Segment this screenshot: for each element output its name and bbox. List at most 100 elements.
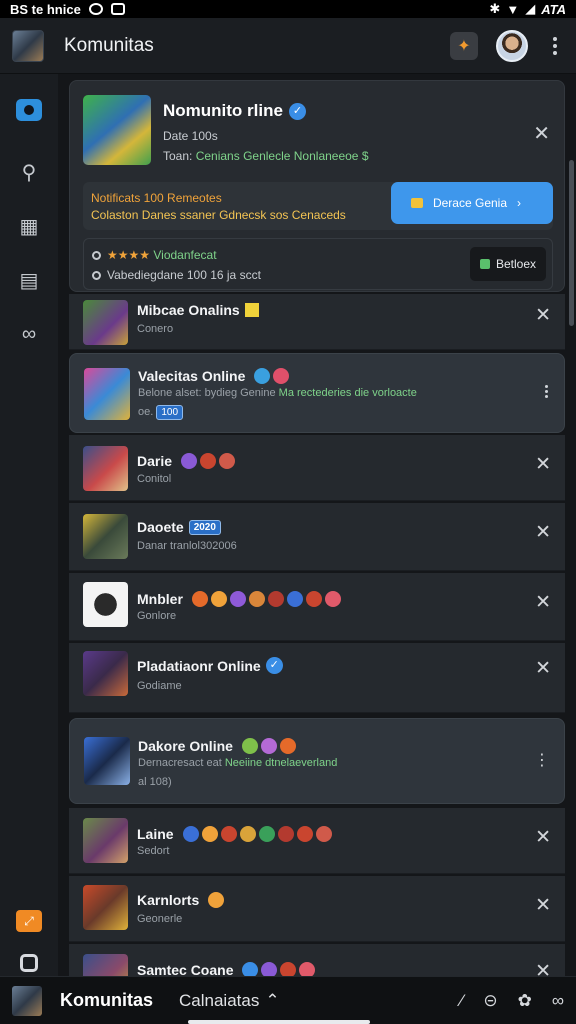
- action-button[interactable]: Betloex: [470, 247, 546, 281]
- close-icon[interactable]: ✕: [535, 591, 551, 614]
- item-title: Daoete 2020: [137, 519, 221, 535]
- featured-game-art: [83, 95, 151, 165]
- camera-icon[interactable]: ⊝: [483, 991, 497, 1011]
- close-icon[interactable]: ✕: [535, 894, 551, 917]
- verified-icon: ✓: [265, 657, 283, 674]
- emoji-reactions: [254, 368, 290, 384]
- list-item[interactable]: Daoete 2020 Danar tranlol302006 ✕: [69, 503, 565, 571]
- scrollbar[interactable]: [569, 160, 574, 326]
- game-thumbnail: [84, 737, 130, 785]
- status-left-text: BS te hnice: [10, 1, 81, 17]
- notification-banner: Notificats 100 Remeotes Colaston Danes s…: [83, 182, 553, 230]
- list-item[interactable]: Samtec Coane ✕: [69, 944, 565, 976]
- rating-line: ★★★★ Viodanfecat: [92, 248, 217, 262]
- verified-icon: ✓: [288, 102, 306, 120]
- link-icon[interactable]: ∞: [552, 991, 564, 1011]
- nav-search-icon[interactable]: ⚲: [9, 152, 49, 192]
- item-title: Mnbler: [137, 591, 341, 607]
- emoji-icon: [273, 368, 290, 384]
- close-icon[interactable]: ✕: [535, 453, 551, 476]
- list-item[interactable]: Darie Conitol ✕: [69, 435, 565, 501]
- item-subtitle: Danar tranlol302006: [137, 540, 237, 552]
- edit-icon: [479, 259, 490, 269]
- signal-icon: ◢: [525, 1, 536, 16]
- community-avatar[interactable]: [12, 985, 42, 1016]
- badge-icon: [244, 303, 259, 317]
- bluetooth-icon: ✱: [489, 1, 501, 16]
- notification-icon: [88, 3, 103, 15]
- bottom-bar: Komunitas Calnaiatas ⌃ ⁄ ⊝ ✿ ∞: [0, 976, 576, 1024]
- close-icon[interactable]: ✕: [535, 521, 551, 544]
- community-list: Nomunito rline ✓ Date 100s Toan: Cenians…: [58, 74, 576, 976]
- item-meta: oe. 100: [138, 405, 184, 420]
- status-right-text: ATA: [541, 1, 566, 17]
- game-thumbnail: [83, 582, 128, 627]
- gift-icon: [410, 198, 423, 208]
- nav-document-icon[interactable]: ▤: [9, 260, 49, 300]
- close-icon[interactable]: ✕: [535, 657, 551, 680]
- more-options-icon[interactable]: [546, 34, 564, 58]
- list-item[interactable]: Laine Sedort ✕: [69, 808, 565, 874]
- close-icon[interactable]: ✕: [535, 826, 551, 849]
- game-thumbnail: [83, 446, 128, 491]
- chevron-up-icon: ⌃: [265, 990, 280, 1010]
- item-title: Samtec Coane: [137, 962, 316, 976]
- info-icon: [92, 271, 101, 281]
- more-options-icon[interactable]: [545, 385, 548, 398]
- item-title: Dakore Online: [138, 738, 296, 754]
- location-icon: [92, 251, 101, 261]
- page-title: Komunitas: [64, 34, 154, 56]
- notice-title: Notificats 100 Remeotes: [91, 191, 222, 205]
- item-subtitle: Conitol: [137, 473, 172, 485]
- emoji-icon: [254, 368, 271, 384]
- game-icon[interactable]: ✦: [450, 31, 478, 60]
- item-title: Karnlorts: [137, 892, 225, 908]
- list-item[interactable]: Valecitas Online Belone alset: bydieg Ge…: [69, 353, 565, 433]
- emoji-reactions: [191, 591, 341, 607]
- top-app-bar: Komunitas ✦: [0, 18, 576, 74]
- game-thumbnail: [83, 514, 128, 559]
- item-subtitle: Geonerle: [137, 913, 183, 925]
- item-subtitle: Gonlore: [137, 610, 177, 622]
- notice-text: Colaston Danes ssaner Gdnecsk sos Cenace…: [91, 208, 346, 222]
- bottom-subtitle[interactable]: Calnaiatas ⌃: [179, 991, 280, 1011]
- nav-link-icon[interactable]: ∞: [9, 314, 49, 354]
- emoji-reactions: [181, 453, 236, 469]
- item-subtitle: Conero: [137, 323, 174, 335]
- nav-square-icon[interactable]: [20, 954, 38, 972]
- close-icon[interactable]: ✕: [535, 304, 551, 327]
- close-icon[interactable]: ✕: [535, 960, 551, 976]
- community-avatar[interactable]: [12, 29, 44, 62]
- list-item[interactable]: Mibcae Onalins Conero ✕: [69, 294, 565, 350]
- game-thumbnail: [83, 954, 128, 976]
- nav-home-icon[interactable]: [9, 90, 49, 130]
- settings-icon[interactable]: ✿: [518, 991, 532, 1011]
- community-info: ★★★★ Viodanfecat Vabediegdane 100 16 ja …: [83, 238, 553, 290]
- donate-button[interactable]: Derace Genia ›: [391, 182, 553, 224]
- emoji-reactions: [242, 962, 316, 976]
- emoji-reactions: [182, 826, 332, 842]
- list-item[interactable]: Mnbler Gonlore ✕: [69, 573, 565, 641]
- nav-badge-icon[interactable]: ⤢: [16, 910, 42, 932]
- user-avatar[interactable]: [496, 29, 528, 62]
- game-thumbnail: [83, 818, 128, 863]
- list-item[interactable]: Karnlorts Geonerle ✕: [69, 876, 565, 942]
- status-bar: BS te hnice ✱ ▼ ◢ ATA: [0, 0, 576, 18]
- item-meta: al 108): [138, 776, 172, 788]
- list-item[interactable]: Dakore Online Dernacresact eat Neeiine d…: [69, 718, 565, 804]
- slash-icon[interactable]: ⁄: [461, 991, 464, 1011]
- featured-community-card[interactable]: Nomunito rline ✓ Date 100s Toan: Cenians…: [69, 80, 565, 292]
- close-icon[interactable]: ✕: [533, 121, 550, 146]
- wifi-icon: ▼: [506, 1, 520, 17]
- side-nav: ⚲ ▦ ▤ ∞ ⤢: [0, 74, 58, 976]
- item-title: Pladatiaonr Online ✓: [137, 657, 283, 674]
- list-item[interactable]: Pladatiaonr Online ✓ Godiame ✕: [69, 643, 565, 713]
- item-subtitle: Belone alset: bydieg Genine Ma rectederi…: [138, 387, 417, 399]
- item-title: Valecitas Online: [138, 368, 290, 384]
- item-subtitle: Sedort: [137, 845, 170, 857]
- nav-store-icon[interactable]: ▦: [9, 206, 49, 246]
- item-title: Laine: [137, 826, 332, 842]
- info-line: Vabediegdane 100 16 ja scct: [92, 268, 261, 282]
- emoji-reactions: [208, 892, 225, 908]
- more-options-icon[interactable]: ⋮: [534, 750, 550, 770]
